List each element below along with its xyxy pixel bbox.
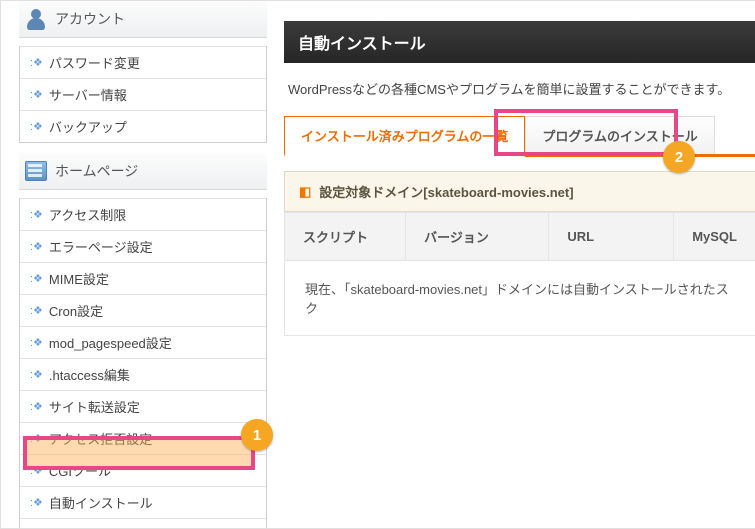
sidebar-item-backup[interactable]: :❖ バックアップ	[20, 110, 266, 142]
arrow-icon: :❖	[30, 56, 43, 69]
menu-item-label: 自動インストール	[49, 493, 153, 512]
menu-item-label: MIME設定	[49, 269, 109, 288]
menu-item-label: PHP Ver.切替	[49, 525, 128, 529]
arrow-icon: :❖	[30, 432, 43, 445]
menu-item-label: アクセス拒否設定	[49, 429, 152, 448]
annotation-badge-1: 1	[241, 419, 273, 451]
menu-item-label: CGIツール	[49, 461, 111, 480]
sidebar-item-phpver[interactable]: :❖PHP Ver.切替	[20, 518, 266, 529]
target-domain-label: 設定対象ドメイン[skateboard-movies.net]	[319, 182, 573, 201]
empty-message: 現在、「skateboard-movies.net」ドメインには自動インストール…	[284, 261, 755, 336]
menu-item-label: バックアップ	[49, 117, 127, 136]
sidebar-item-password[interactable]: :❖ パスワード変更	[20, 46, 266, 78]
section-label: ホームページ	[55, 161, 138, 181]
arrow-icon: :❖	[30, 120, 43, 133]
arrow-icon: :❖	[30, 496, 43, 509]
annotation-badge-2: 2	[663, 141, 695, 173]
sidebar-item-autoinstall[interactable]: :❖ 自動インストール	[20, 486, 266, 518]
arrow-icon: :❖	[30, 336, 43, 349]
arrow-icon: :❖	[30, 88, 43, 101]
arrow-icon: :❖	[30, 272, 43, 285]
arrow-icon: :❖	[30, 208, 43, 221]
arrow-icon: :❖	[30, 304, 43, 317]
install-table: スクリプト バージョン URL MySQL	[284, 212, 755, 261]
sidebar-item-cron[interactable]: :❖ Cron設定	[20, 294, 266, 326]
arrow-icon: :❖	[30, 240, 43, 253]
menu-item-label: .htaccess編集	[49, 365, 130, 384]
section-label: アカウント	[55, 9, 125, 29]
tab-label: インストール済みプログラムの一覧	[301, 129, 508, 144]
sidebar-item-htaccess[interactable]: :❖ .htaccess編集	[20, 358, 266, 390]
sidebar-item-cgi[interactable]: :❖ CGIツール	[20, 454, 266, 486]
arrow-icon: :❖	[30, 464, 43, 477]
arrow-icon: :❖	[30, 368, 43, 381]
col-version: バージョン	[406, 213, 549, 261]
sidebar: アカウント :❖ パスワード変更 :❖ サーバー情報 :❖ バックアップ ホームページ…	[19, 1, 267, 529]
col-mysql: MySQL	[674, 213, 755, 261]
menu-item-label: サイト転送設定	[49, 397, 140, 416]
sidebar-item-serverinfo[interactable]: :❖ サーバー情報	[20, 78, 266, 110]
sidebar-item-errorpage[interactable]: :❖ エラーページ設定	[20, 230, 266, 262]
menu-homepage: :❖ アクセス制限 :❖ エラーページ設定 :❖ MIME設定 :❖ Cron設定 :❖…	[19, 198, 267, 529]
menu-item-label: エラーページ設定	[49, 237, 153, 256]
table-header-row: スクリプト バージョン URL MySQL	[285, 213, 755, 261]
sidebar-item-access[interactable]: :❖ アクセス制限	[20, 198, 266, 230]
sidebar-item-deny[interactable]: :❖ アクセス拒否設定	[20, 422, 266, 454]
tab-installed-list[interactable]: インストール済みプログラムの一覧	[284, 116, 525, 157]
sidebar-item-pagespeed[interactable]: :❖ mod_pagespeed設定	[20, 326, 266, 358]
menu-item-label: パスワード変更	[49, 53, 140, 72]
col-url: URL	[549, 213, 674, 261]
sidebar-item-mime[interactable]: :❖ MIME設定	[20, 262, 266, 294]
menu-item-label: mod_pagespeed設定	[49, 333, 172, 352]
menu-item-label: サーバー情報	[49, 85, 127, 104]
menu-item-label: Cron設定	[49, 301, 103, 320]
main: 自動インストール WordPressなどの各種CMSやプログラムを簡単に設置する…	[284, 21, 755, 528]
col-script: スクリプト	[285, 213, 406, 261]
person-icon	[25, 8, 47, 30]
page-description: WordPressなどの各種CMSやプログラムを簡単に設置することができます。	[284, 63, 755, 116]
page-title: 自動インストール	[284, 21, 755, 63]
menu-account: :❖ パスワード変更 :❖ サーバー情報 :❖ バックアップ	[19, 46, 267, 143]
document-icon	[25, 161, 47, 181]
section-header-account: アカウント	[19, 1, 267, 38]
section-header-homepage: ホームページ	[19, 153, 267, 190]
target-domain-bar: ◧ 設定対象ドメイン[skateboard-movies.net]	[284, 171, 755, 212]
arrow-icon: :❖	[30, 400, 43, 413]
square-bullet-icon: ◧	[299, 184, 311, 200]
sidebar-item-redirect[interactable]: :❖ サイト転送設定	[20, 390, 266, 422]
menu-item-label: アクセス制限	[49, 205, 126, 224]
